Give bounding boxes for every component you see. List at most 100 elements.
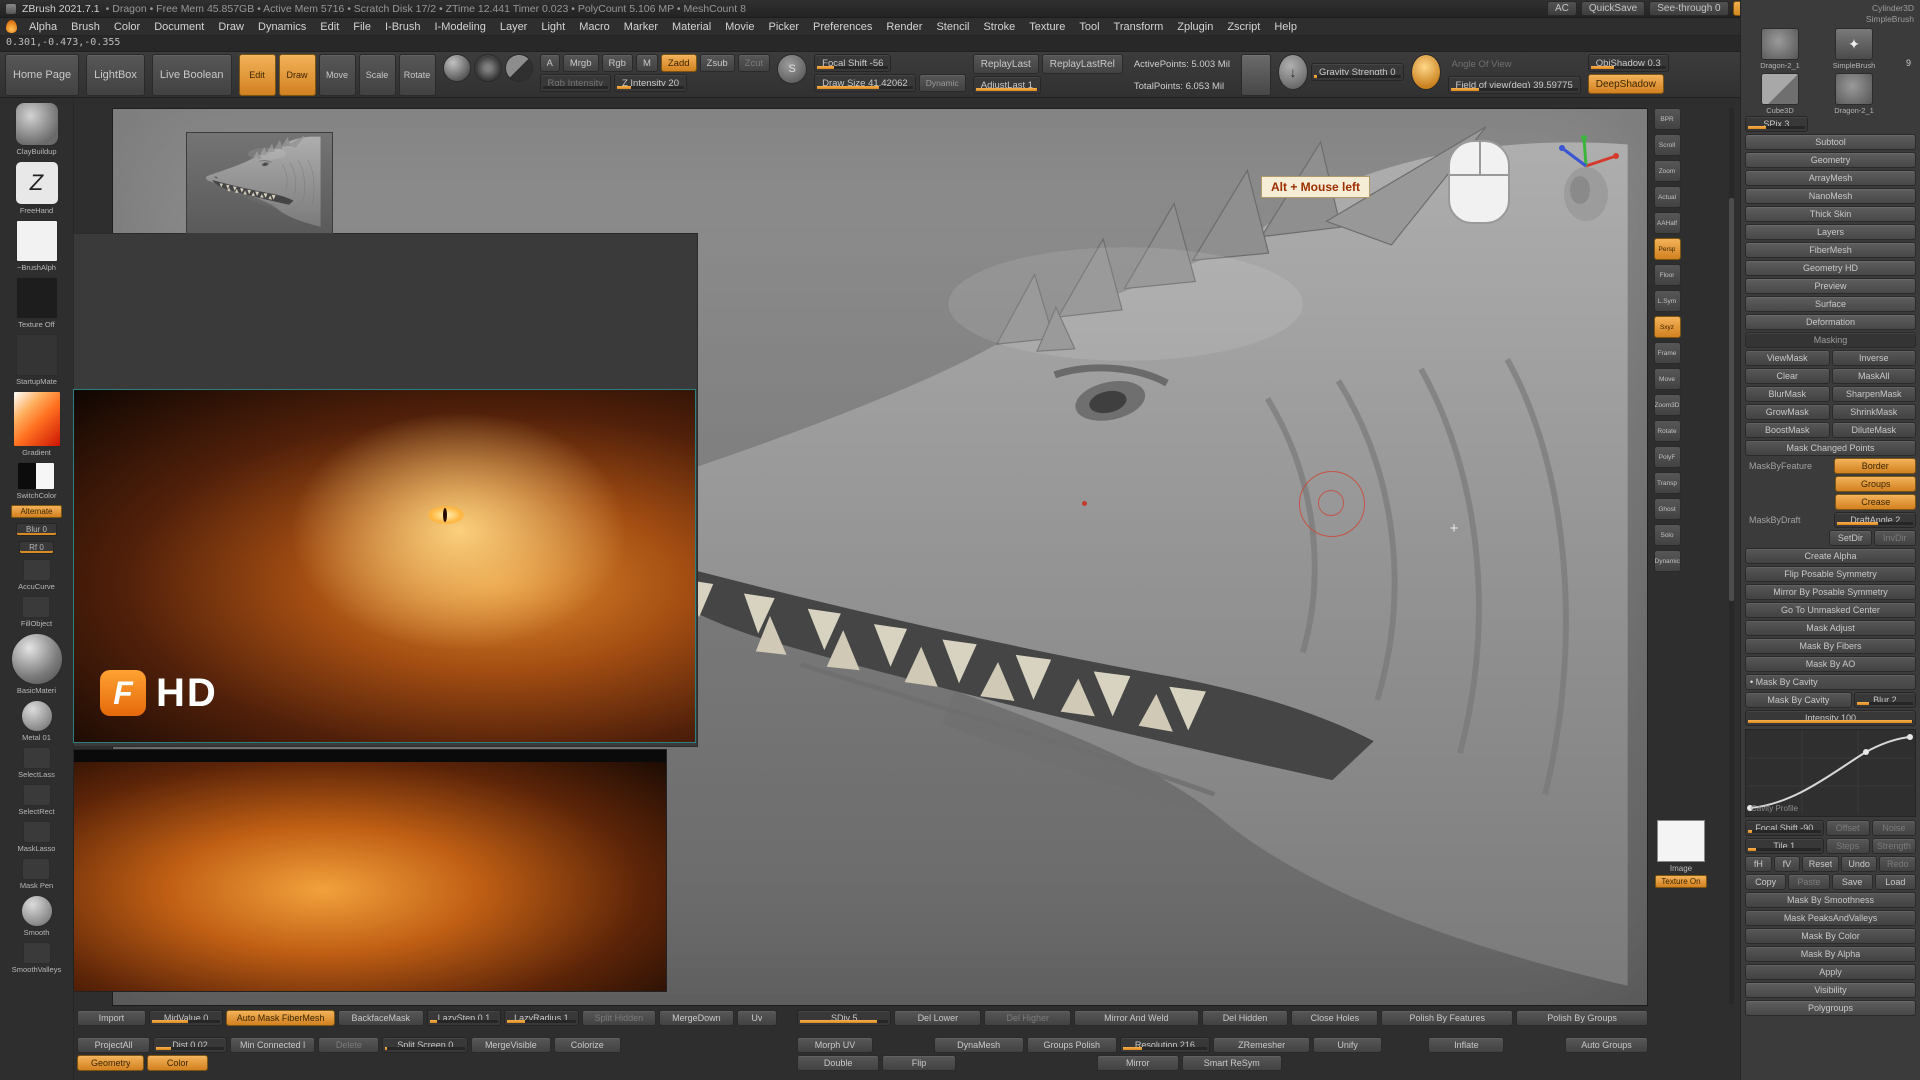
bottom-cell[interactable]: MergeDown <box>659 1010 733 1026</box>
bottom-cell[interactable]: Delete <box>318 1037 379 1053</box>
mask-by-cavity-section[interactable]: Mask By Cavity <box>1745 674 1916 690</box>
bottom-cell[interactable]: Morph UV <box>797 1037 873 1053</box>
menu-item[interactable]: Transform <box>1107 20 1171 34</box>
geometry-paint-button[interactable]: Geometry <box>77 1055 144 1071</box>
focal-shift-slider[interactable]: Focal Shift -56 <box>814 54 891 72</box>
zadd-button[interactable]: Zadd <box>661 54 697 72</box>
titlebar-button[interactable]: AC <box>1547 1 1577 16</box>
preview-section[interactable]: Preview <box>1745 278 1916 294</box>
titlebar-button[interactable]: QuickSave <box>1581 1 1645 16</box>
bottom-cell[interactable]: Double <box>797 1055 879 1071</box>
panel-cell[interactable]: Mask By AO <box>1745 656 1916 672</box>
bottom-cell[interactable]: Min Connected l <box>230 1037 316 1053</box>
zremesher-button[interactable]: ZRemesher <box>1213 1037 1310 1053</box>
shelf-item[interactable]: BasicMateri <box>11 633 63 695</box>
menu-item[interactable]: I-Modeling <box>427 20 492 34</box>
panel-cell[interactable]: Mask Changed Points <box>1745 440 1916 456</box>
panel-cell[interactable]: Tile 1 <box>1745 838 1824 854</box>
shelf-item[interactable]: Mask Pen <box>20 858 53 890</box>
shelf-item[interactable]: Rf 0 <box>19 541 54 554</box>
sdiv-slider[interactable]: SDiv 5 <box>797 1010 891 1026</box>
shelf-item[interactable]: ~BrushAlph <box>16 220 58 272</box>
menu-item[interactable]: Texture <box>1022 20 1072 34</box>
menu-item[interactable]: Help <box>1267 20 1304 34</box>
bottom-cell[interactable]: Polish By Groups <box>1516 1010 1648 1026</box>
rgb-button[interactable]: Rgb <box>602 54 633 72</box>
panel-cell[interactable]: Focal Shift -90 <box>1745 820 1824 836</box>
bottom-cell[interactable]: MergeVisible <box>471 1037 551 1053</box>
dynamesh-button[interactable]: DynaMesh <box>934 1037 1024 1053</box>
right-shelf-button[interactable]: Zoom3D <box>1654 394 1681 416</box>
bottom-cell[interactable]: Resolution 216 <box>1120 1037 1210 1053</box>
bottom-cell[interactable]: BackfaceMask <box>338 1010 424 1026</box>
panel-cell[interactable]: InvDir <box>1874 530 1916 546</box>
cavity-intensity-slider[interactable]: Intensity 100 <box>1745 710 1916 726</box>
mrgb-button[interactable]: Mrgb <box>563 54 599 72</box>
shelf-item[interactable]: FillObject <box>21 596 52 628</box>
adjust-last-slider[interactable]: AdjustLast 1 <box>973 76 1041 94</box>
layers-section[interactable]: Layers <box>1745 224 1916 240</box>
z-intensity-slider[interactable]: Z Intensity 20 <box>614 74 687 92</box>
m-button[interactable]: M <box>636 54 658 72</box>
panel-cell[interactable]: DraftAngle 2 <box>1834 512 1916 528</box>
right-shelf-button[interactable]: Persp <box>1654 238 1681 260</box>
panel-cell[interactable]: Blur 2 <box>1854 692 1916 708</box>
menu-item[interactable]: I-Brush <box>378 20 427 34</box>
bottom-cell[interactable]: Split Screen 0 <box>382 1037 468 1053</box>
texture-on-button[interactable]: Texture On <box>1655 875 1706 888</box>
right-shelf-button[interactable]: Solo <box>1654 524 1681 546</box>
shelf-item[interactable]: Smooth <box>21 895 53 937</box>
material-preview-icon[interactable] <box>443 54 471 82</box>
visibility-section[interactable]: Visibility <box>1745 982 1916 998</box>
panel-cell[interactable]: Offset <box>1826 820 1870 836</box>
menu-item[interactable]: Layer <box>493 20 535 34</box>
bottom-cell[interactable]: Del Lower <box>894 1010 981 1026</box>
panel-cell[interactable]: Copy <box>1745 874 1786 890</box>
panel-cell[interactable]: Load <box>1875 874 1916 890</box>
menu-item[interactable]: Alpha <box>22 20 64 34</box>
panel-cell[interactable]: Inverse <box>1832 350 1917 366</box>
panel-cell[interactable]: Steps <box>1826 838 1870 854</box>
bottom-cell[interactable]: Dist 0.02 <box>153 1037 226 1053</box>
replay-last-rel-button[interactable]: ReplayLastRel <box>1042 54 1123 74</box>
move-mode-button[interactable]: Move <box>319 54 356 96</box>
zcut-button[interactable]: Zcut <box>738 54 770 72</box>
shelf-item[interactable]: SelectRect <box>18 784 54 816</box>
home-page-button[interactable]: Home Page <box>5 54 79 96</box>
bottom-cell[interactable]: MidValue 0 <box>149 1010 223 1026</box>
shelf-item[interactable]: Texture Off <box>16 277 58 329</box>
alpha-icon[interactable] <box>505 54 533 82</box>
reference-image-lower[interactable] <box>73 749 667 992</box>
panel-cell[interactable]: Undo <box>1841 856 1878 872</box>
bottom-cell[interactable]: Unify <box>1313 1037 1382 1053</box>
menu-item[interactable]: Zscript <box>1220 20 1267 34</box>
shelf-item[interactable]: SmoothValleys <box>12 942 61 974</box>
menu-item[interactable]: Draw <box>211 20 251 34</box>
tool-thumb[interactable]: Dragon-2_1 <box>1747 28 1813 70</box>
panel-cell[interactable]: Mask Adjust <box>1745 620 1916 636</box>
texture-image-thumb[interactable] <box>1657 820 1705 862</box>
panel-cell[interactable]: Flip Posable Symmetry <box>1745 566 1916 582</box>
shelf-item[interactable]: FreeHand <box>15 161 59 215</box>
bottom-cell[interactable]: Split Hidden <box>582 1010 656 1026</box>
menu-item[interactable]: Picker <box>761 20 806 34</box>
right-shelf-button[interactable]: Ghost <box>1654 498 1681 520</box>
menu-item[interactable]: Zplugin <box>1170 20 1220 34</box>
panel-cell[interactable]: ViewMask <box>1745 350 1830 366</box>
stroke-s-icon[interactable]: S <box>777 54 807 84</box>
reference-image-upper[interactable]: F HD <box>73 389 696 743</box>
right-shelf-button[interactable]: Sxyz <box>1654 316 1681 338</box>
right-shelf-button[interactable]: Zoom <box>1654 160 1681 182</box>
menu-item[interactable]: Material <box>665 20 718 34</box>
bottom-cell[interactable]: Auto Groups <box>1565 1037 1648 1053</box>
panel-cell[interactable]: Save <box>1832 874 1873 890</box>
menu-item[interactable]: Render <box>879 20 929 34</box>
bottom-cell[interactable]: Colorize <box>554 1037 621 1053</box>
camera-orientation-gizmo[interactable] <box>1548 132 1622 232</box>
spix-slider[interactable]: SPix 3 <box>1745 116 1808 132</box>
live-boolean-button[interactable]: Live Boolean <box>152 54 232 96</box>
shelf-item[interactable]: StartupMate <box>16 334 58 386</box>
menu-item[interactable]: Brush <box>64 20 107 34</box>
import-button[interactable]: Import <box>77 1010 146 1026</box>
menu-item[interactable]: Movie <box>718 20 761 34</box>
